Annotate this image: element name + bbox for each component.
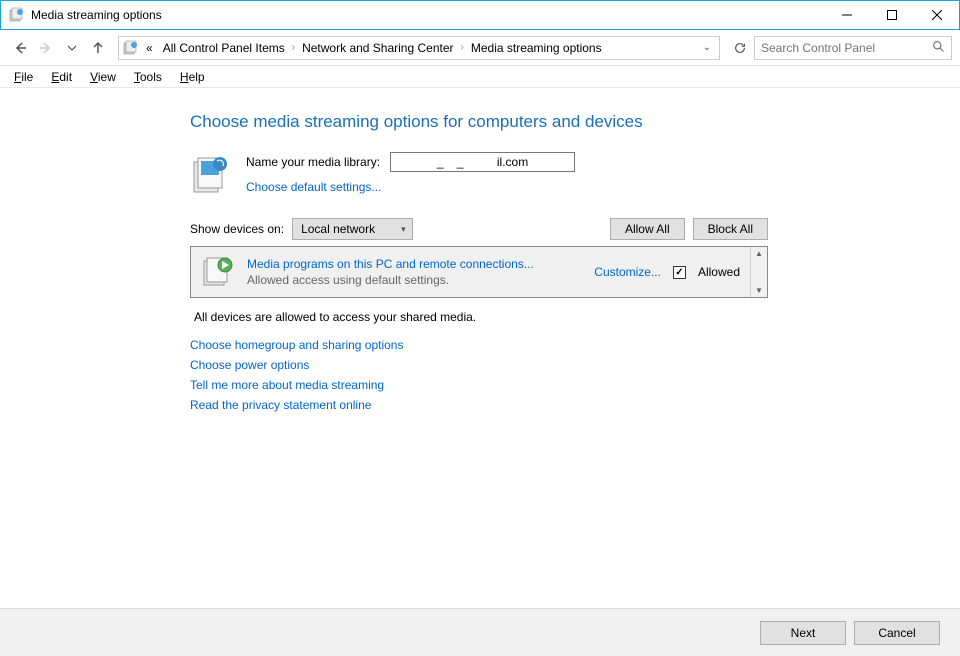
media-program-icon xyxy=(201,255,235,289)
media-library-icon xyxy=(190,154,232,196)
search-input[interactable] xyxy=(761,41,932,55)
privacy-link[interactable]: Read the privacy statement online xyxy=(190,398,960,412)
nav-bar: « All Control Panel Items › Network and … xyxy=(0,30,960,66)
cancel-button[interactable]: Cancel xyxy=(854,621,940,645)
block-all-button[interactable]: Block All xyxy=(693,218,768,240)
allowed-label: Allowed xyxy=(698,265,740,279)
library-name-label: Name your media library: xyxy=(246,155,380,169)
minimize-button[interactable] xyxy=(824,1,869,29)
arrow-up-icon xyxy=(90,40,106,56)
app-icon xyxy=(9,7,25,23)
menu-edit[interactable]: Edit xyxy=(43,68,80,86)
default-settings-link[interactable]: Choose default settings... xyxy=(246,180,575,194)
learn-more-link[interactable]: Tell me more about media streaming xyxy=(190,378,960,392)
up-button[interactable] xyxy=(86,36,110,60)
menu-bar: File Edit View Tools Help xyxy=(0,66,960,88)
chevron-down-icon xyxy=(67,43,77,53)
scroll-up-icon[interactable]: ▲ xyxy=(755,249,763,258)
device-title: Media programs on this PC and remote con… xyxy=(247,257,582,271)
breadcrumb-item[interactable]: Network and Sharing Center xyxy=(299,41,456,55)
window-title: Media streaming options xyxy=(31,8,824,22)
breadcrumb-separator-icon: › xyxy=(461,42,464,53)
status-text: All devices are allowed to access your s… xyxy=(194,310,960,324)
footer: Next Cancel xyxy=(0,608,960,656)
device-subtitle: Allowed access using default settings. xyxy=(247,273,582,287)
allowed-checkbox[interactable] xyxy=(673,266,686,279)
page-heading: Choose media streaming options for compu… xyxy=(190,112,960,132)
homegroup-link[interactable]: Choose homegroup and sharing options xyxy=(190,338,960,352)
breadcrumb-item[interactable]: Media streaming options xyxy=(468,41,605,55)
scrollbar[interactable]: ▲ ▼ xyxy=(750,247,767,297)
search-box[interactable] xyxy=(754,36,952,60)
maximize-button[interactable] xyxy=(869,1,914,29)
window-controls xyxy=(824,1,959,29)
breadcrumb-item[interactable]: All Control Panel Items xyxy=(160,41,288,55)
arrow-right-icon xyxy=(38,40,54,56)
breadcrumb-prefix: « xyxy=(143,41,156,55)
arrow-left-icon xyxy=(12,40,28,56)
recent-button[interactable] xyxy=(60,36,84,60)
menu-help[interactable]: Help xyxy=(172,68,213,86)
next-button[interactable]: Next xyxy=(760,621,846,645)
close-button[interactable] xyxy=(914,1,959,29)
menu-view[interactable]: View xyxy=(82,68,124,86)
show-devices-row: Show devices on: Local network ▾ Allow A… xyxy=(190,218,768,240)
search-icon[interactable] xyxy=(932,40,945,56)
media-library-row: Name your media library: Choose default … xyxy=(190,152,960,196)
dropdown-value: Local network xyxy=(301,222,375,236)
scroll-down-icon[interactable]: ▼ xyxy=(755,286,763,295)
refresh-icon xyxy=(733,41,747,55)
device-list: Media programs on this PC and remote con… xyxy=(190,246,768,298)
refresh-button[interactable] xyxy=(728,36,752,60)
content-area: Choose media streaming options for compu… xyxy=(0,88,960,412)
customize-link[interactable]: Customize... xyxy=(594,265,661,279)
allow-all-button[interactable]: Allow All xyxy=(610,218,685,240)
menu-tools[interactable]: Tools xyxy=(126,68,170,86)
show-devices-label: Show devices on: xyxy=(190,222,284,236)
breadcrumb-separator-icon: › xyxy=(292,42,295,53)
library-name-input[interactable] xyxy=(390,152,575,172)
back-button[interactable] xyxy=(8,36,32,60)
device-row[interactable]: Media programs on this PC and remote con… xyxy=(191,247,750,297)
chevron-down-icon: ▾ xyxy=(401,224,406,235)
menu-file[interactable]: File xyxy=(6,68,41,86)
show-devices-dropdown[interactable]: Local network ▾ xyxy=(292,218,413,240)
address-dropdown-icon[interactable]: ⌄ xyxy=(699,42,715,53)
forward-button[interactable] xyxy=(34,36,58,60)
title-bar: Media streaming options xyxy=(0,0,960,30)
related-links: Choose homegroup and sharing options Cho… xyxy=(190,338,960,412)
power-options-link[interactable]: Choose power options xyxy=(190,358,960,372)
control-panel-icon xyxy=(123,40,139,56)
address-bar[interactable]: « All Control Panel Items › Network and … xyxy=(118,36,720,60)
